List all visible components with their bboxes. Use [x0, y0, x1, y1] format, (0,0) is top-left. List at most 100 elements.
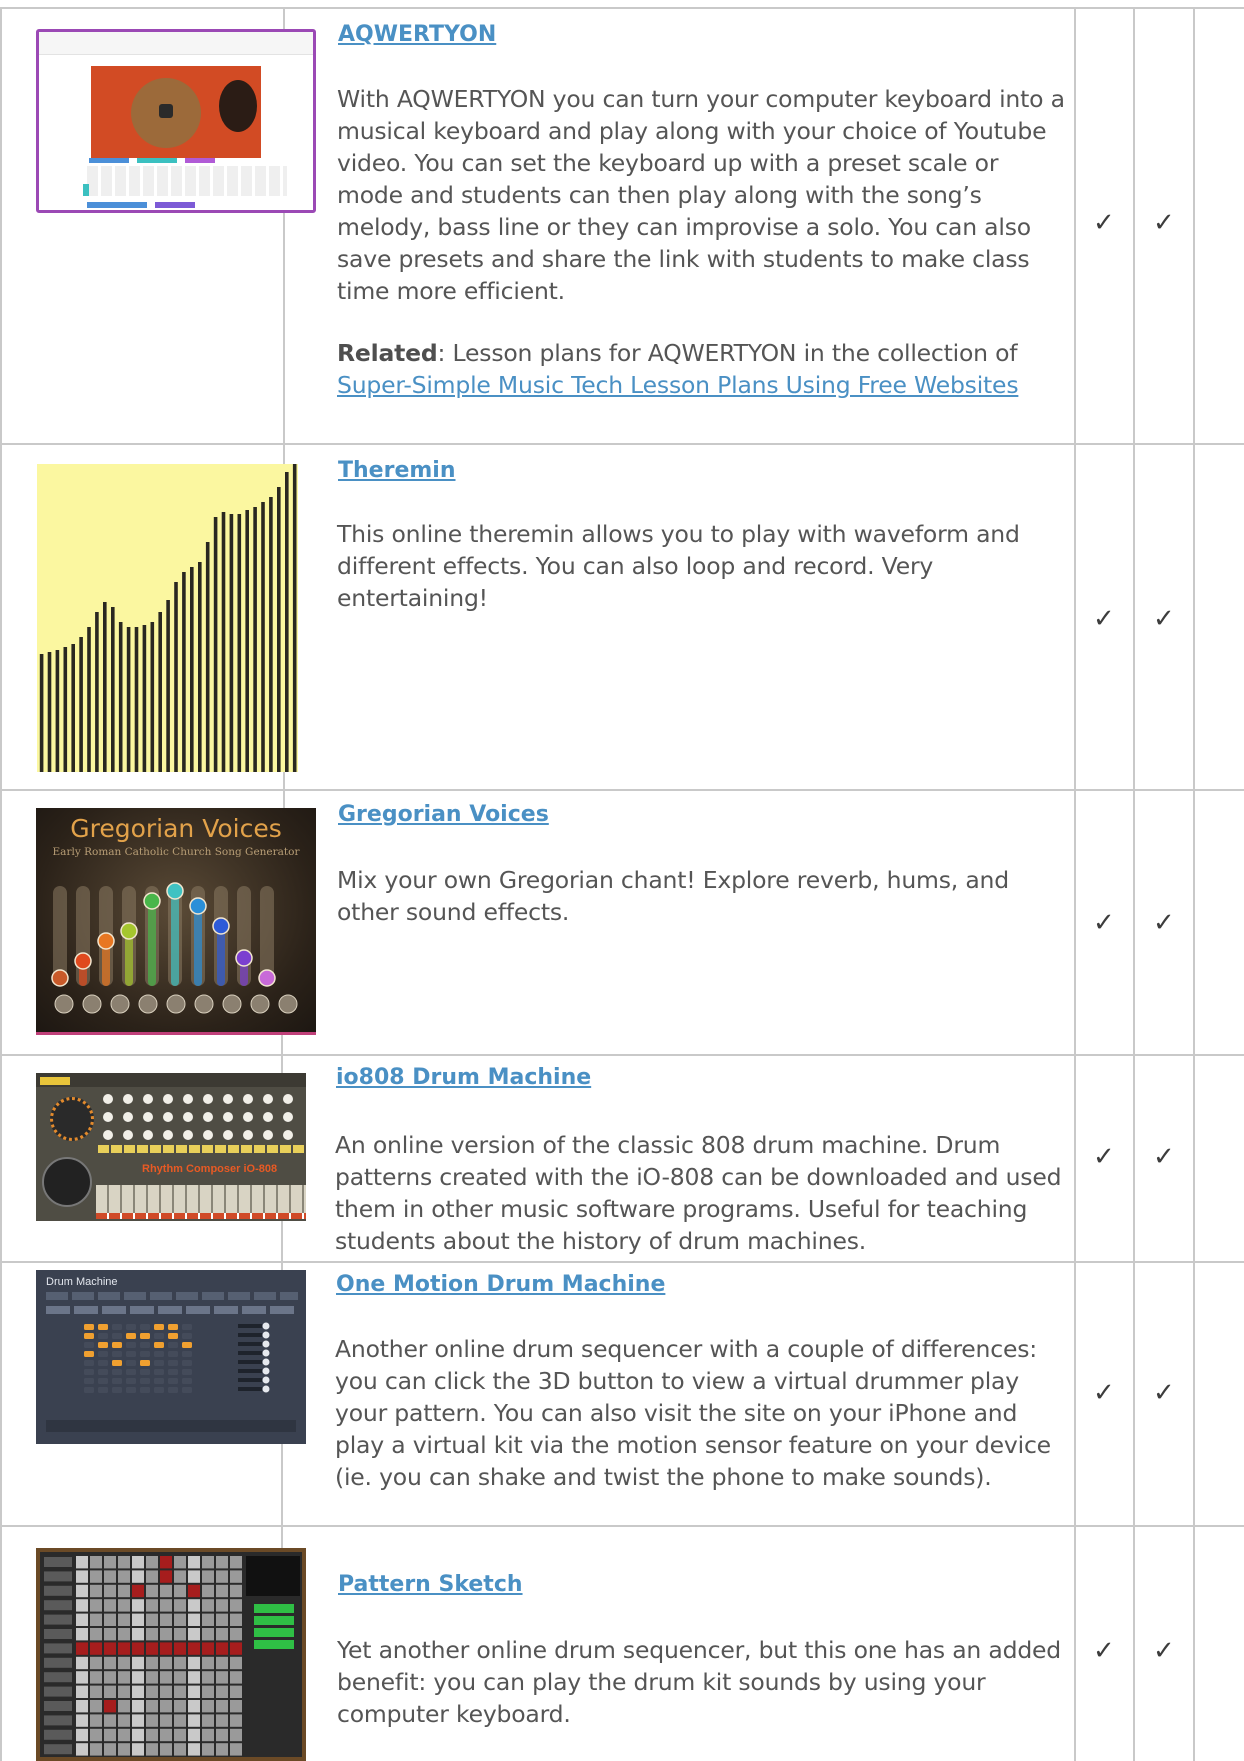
step-cell	[90, 1584, 102, 1598]
instrument-button	[254, 1145, 265, 1153]
gregorian-voices-thumbnail[interactable]: Gregorian Voices Early Roman Catholic Ch…	[36, 808, 316, 1035]
step-cell	[216, 1628, 228, 1641]
step-cell	[216, 1642, 228, 1655]
control-button	[278, 994, 298, 1014]
step-cell	[76, 1556, 88, 1569]
related-text: : Lesson plans for AQWERTYON in the coll…	[437, 339, 1018, 367]
step-cell	[118, 1613, 130, 1626]
volume-knob	[262, 1385, 270, 1393]
knob	[103, 1112, 113, 1122]
instrument-button	[293, 1145, 304, 1153]
slider-fill	[171, 891, 179, 986]
step-cell	[118, 1584, 130, 1598]
aqwertyon-thumbnail[interactable]	[36, 29, 316, 213]
waveform-bars-graphic	[39, 464, 297, 772]
pattern-sketch-title-link[interactable]: Pattern Sketch	[338, 1572, 523, 1597]
waveform-bar	[221, 512, 226, 772]
knob	[203, 1130, 213, 1140]
step-cell	[118, 1714, 130, 1727]
aqwertyon-description: With AQWERTYON you can turn your compute…	[337, 85, 1065, 305]
step-cell	[132, 1570, 144, 1583]
control-button	[250, 994, 270, 1014]
step-cell	[160, 1743, 172, 1756]
preset-button-teal	[137, 158, 177, 163]
step-cell	[202, 1556, 214, 1569]
pattern-cell	[126, 1324, 136, 1330]
knob	[243, 1112, 253, 1122]
step-cell	[216, 1743, 228, 1756]
step-cell	[90, 1556, 102, 1569]
pattern-sketch-thumbnail[interactable]	[36, 1548, 306, 1761]
control-button	[222, 994, 242, 1014]
step-cell	[104, 1556, 116, 1569]
waveform-bar	[269, 497, 273, 772]
step-cell	[216, 1599, 228, 1612]
step-cell	[146, 1685, 158, 1698]
table-border-top	[0, 7, 1244, 9]
row5-check-2: ✓	[1153, 1378, 1175, 1408]
lesson-plans-link[interactable]: Super-Simple Music Tech Lesson Plans Usi…	[337, 371, 1019, 399]
waveform-bar	[190, 567, 194, 772]
pattern-cell	[112, 1378, 122, 1384]
knob	[263, 1112, 273, 1122]
knob	[123, 1094, 133, 1104]
aqwertyon-title-link[interactable]: AQWERTYON	[338, 22, 496, 47]
step-cell	[230, 1685, 242, 1698]
step-cell	[90, 1743, 102, 1756]
step-cell	[90, 1656, 102, 1670]
volume-track	[238, 1351, 262, 1355]
volume-track	[238, 1387, 262, 1391]
step-cell	[146, 1599, 158, 1612]
pattern-cell	[182, 1369, 192, 1375]
waveform-bar	[103, 602, 107, 772]
step-cell	[188, 1613, 200, 1626]
track-label	[44, 1715, 72, 1726]
one-motion-thumbnail[interactable]: Drum Machine	[36, 1270, 306, 1444]
step-red-strip	[96, 1213, 306, 1219]
step-cell	[174, 1700, 186, 1713]
footer-bar	[46, 1420, 296, 1432]
step-cell	[104, 1656, 116, 1670]
pattern-cell	[182, 1333, 192, 1339]
step-cell	[174, 1642, 186, 1655]
pattern-cell	[112, 1360, 122, 1366]
step-cell	[76, 1714, 88, 1727]
step-cell	[118, 1570, 130, 1583]
waveform-bar	[261, 502, 265, 772]
pattern-cell	[112, 1351, 122, 1357]
pattern-cell	[98, 1369, 108, 1375]
waveform-bar	[245, 510, 249, 772]
knob	[203, 1112, 213, 1122]
gregorian-voices-title-link[interactable]: Gregorian Voices	[338, 802, 549, 827]
voice-sliders-graphic	[51, 882, 298, 1014]
pattern-cell	[182, 1360, 192, 1366]
step-cell	[146, 1728, 158, 1742]
io808-title-link[interactable]: io808 Drum Machine	[336, 1065, 591, 1090]
slider-fill	[148, 901, 156, 986]
row-divider-3	[0, 1054, 1244, 1056]
track-label	[44, 1629, 72, 1639]
pattern-cell	[140, 1360, 150, 1366]
step-cell	[188, 1628, 200, 1641]
step-cell	[76, 1584, 88, 1598]
row-divider-4	[0, 1261, 1244, 1263]
step-cell	[90, 1642, 102, 1655]
row2-check-2: ✓	[1153, 604, 1175, 634]
knob	[203, 1094, 213, 1104]
one-motion-title-link[interactable]: One Motion Drum Machine	[336, 1272, 665, 1297]
step-cell	[132, 1685, 144, 1698]
slider-knob	[258, 969, 276, 987]
slider-knob	[143, 892, 161, 910]
row3-check-2: ✓	[1153, 908, 1175, 938]
knob	[103, 1130, 113, 1140]
io808-thumbnail[interactable]: Rhythm Composer iO-808	[36, 1073, 306, 1221]
theremin-thumbnail[interactable]	[37, 464, 298, 772]
pattern-cell	[126, 1351, 136, 1357]
theremin-title-link[interactable]: Theremin	[338, 458, 456, 483]
step-cell	[230, 1700, 242, 1713]
pattern-cell	[168, 1324, 178, 1330]
step-cell	[104, 1628, 116, 1641]
step-cell	[202, 1584, 214, 1598]
waveform-bar	[237, 514, 242, 772]
step-cell	[104, 1685, 116, 1698]
